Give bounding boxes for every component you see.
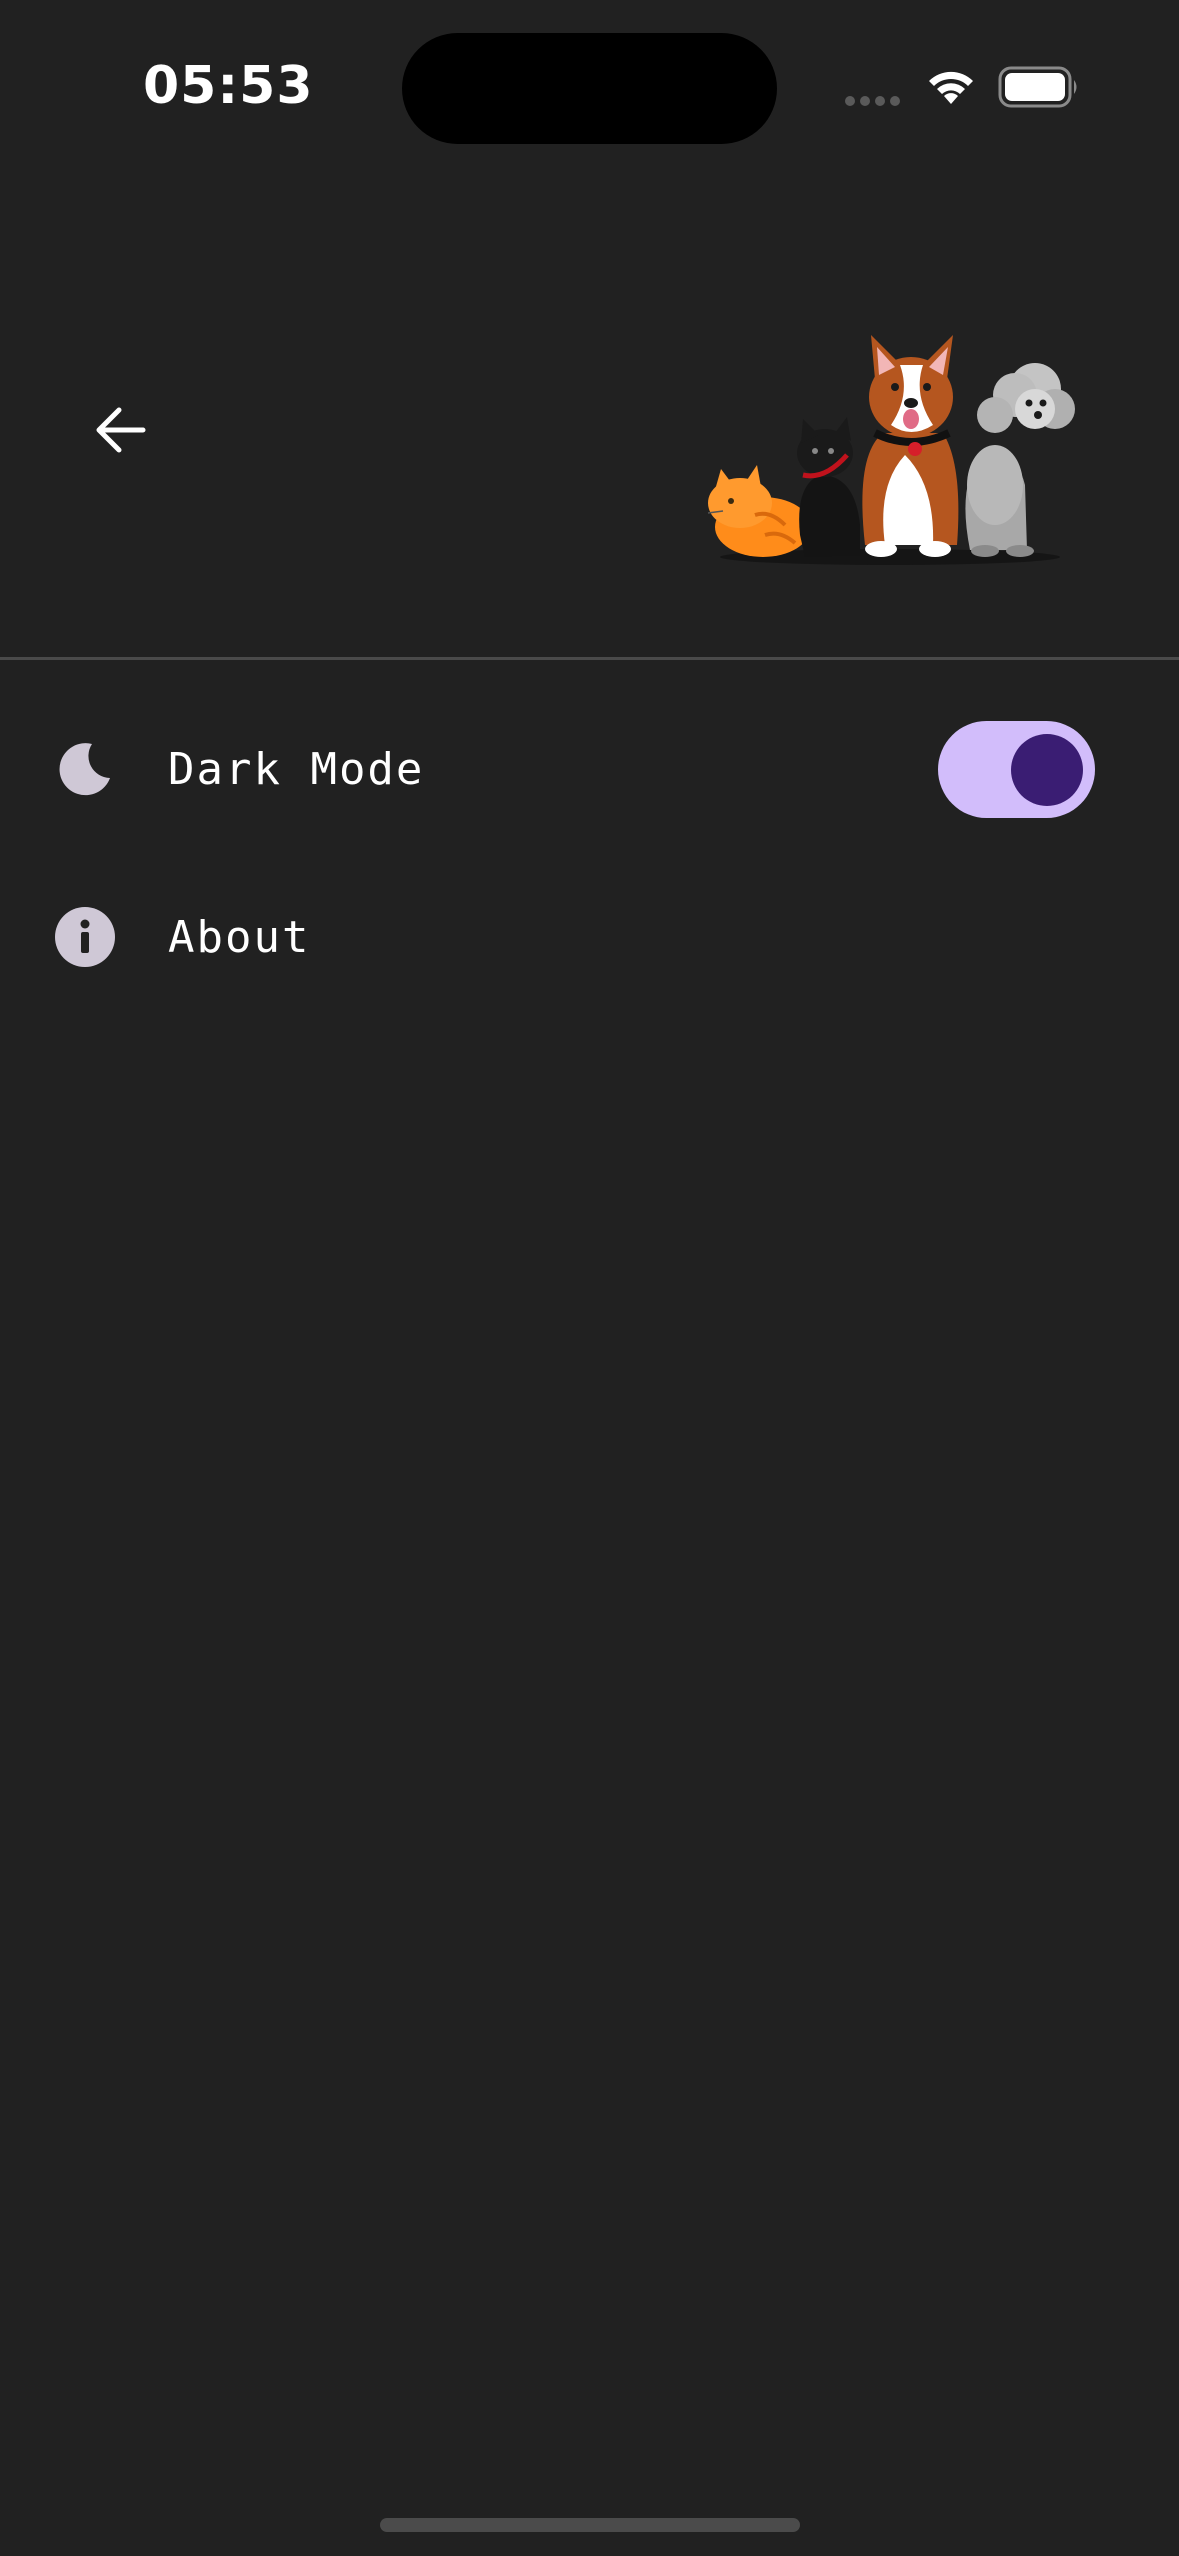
header-divider	[0, 657, 1179, 660]
battery-icon	[998, 66, 1077, 108]
moon-icon	[54, 738, 116, 800]
poodle-figure	[965, 363, 1075, 557]
arrow-left-icon	[96, 407, 146, 453]
dynamic-island	[402, 33, 777, 144]
corgi-figure	[862, 335, 959, 557]
info-icon	[54, 906, 116, 968]
status-time: 05:53	[143, 56, 314, 116]
dark-mode-label: Dark Mode	[168, 743, 425, 795]
pets-illustration	[707, 335, 1075, 565]
dark-mode-toggle[interactable]	[938, 720, 1095, 818]
wifi-icon	[929, 71, 973, 104]
toggle-knob	[1011, 733, 1083, 806]
header	[0, 180, 1179, 657]
settings-row-dark-mode[interactable]: Dark Mode	[0, 694, 1179, 844]
settings-row-about[interactable]: About	[0, 862, 1179, 1012]
orange-cat-figure	[707, 465, 811, 557]
about-label: About	[168, 911, 311, 963]
back-button[interactable]	[80, 390, 160, 470]
black-cat-figure	[797, 417, 860, 557]
status-bar: 05:53	[0, 0, 1179, 180]
home-indicator[interactable]	[380, 2518, 800, 2532]
signal-dots-icon	[845, 96, 900, 106]
